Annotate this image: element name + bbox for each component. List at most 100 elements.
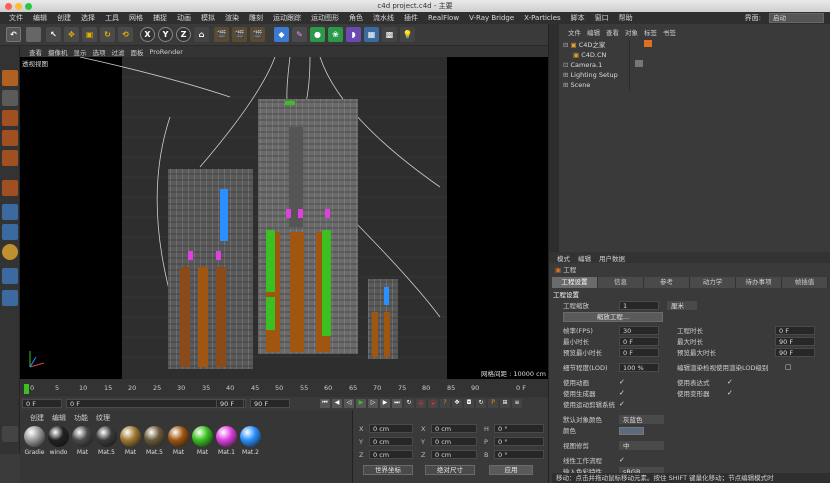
rotate-key-icon[interactable]: ↻	[476, 399, 486, 408]
tweak-icon[interactable]	[2, 204, 18, 220]
deformer-icon[interactable]: ◗	[346, 27, 361, 42]
perspective-viewport[interactable]: 透视视图 网格间距 : 10000 cm	[20, 57, 548, 379]
coord-system-icon[interactable]: ⌂	[194, 27, 209, 42]
menu-file[interactable]: 文件	[4, 13, 28, 23]
timeline-ruler[interactable]: 0 5 10 15 20 25 30 35 40 45 50 55 60 65 …	[20, 384, 544, 395]
lod-field[interactable]: 100 %	[619, 363, 659, 372]
material-swatch[interactable]: Mat	[120, 426, 141, 456]
prev-key-icon[interactable]: ◀	[332, 399, 342, 408]
project-scale-field[interactable]: 1	[619, 301, 659, 310]
tab-reference[interactable]: 参考	[644, 277, 690, 288]
end-frame-field-2[interactable]: 90 F	[250, 399, 290, 408]
next-frame-icon[interactable]: ▷	[368, 399, 378, 408]
size-z-field[interactable]: 0 cm	[431, 450, 477, 459]
right-side-tabs[interactable]	[549, 24, 559, 254]
camera-icon[interactable]: ▩	[382, 27, 397, 42]
pen-icon[interactable]: ✎	[292, 27, 307, 42]
use-deform-checkbox[interactable]: ✓	[727, 389, 733, 397]
preview-min-field[interactable]: 0 F	[619, 348, 659, 357]
render-region-icon[interactable]: 🎬	[214, 27, 229, 42]
menu-motion-tracking[interactable]: 运动跟踪	[268, 13, 306, 23]
material-swatch[interactable]: Mat.5	[144, 426, 165, 456]
last-frame-icon[interactable]: ⏭	[392, 399, 402, 408]
mat-menu-create[interactable]: 创建	[30, 413, 44, 423]
preview-max-field[interactable]: 90 F	[775, 348, 815, 357]
scale-key-icon[interactable]: ◘	[464, 399, 474, 408]
menu-render[interactable]: 渲染	[220, 13, 244, 23]
minimize-window-icon[interactable]	[15, 3, 22, 10]
light-icon[interactable]: 💡	[400, 27, 415, 42]
use-anim-checkbox[interactable]: ✓	[619, 378, 625, 386]
key-icon[interactable]: ?	[440, 399, 450, 408]
mat-menu-function[interactable]: 功能	[74, 413, 88, 423]
prev-frame-icon[interactable]: ◁	[344, 399, 354, 408]
vp-menu-filter[interactable]: 过滤	[109, 47, 128, 57]
point-key-icon[interactable]: ⊞	[500, 399, 510, 408]
project-time-field[interactable]: 0 F	[775, 326, 815, 335]
menu-plugins[interactable]: 插件	[399, 13, 423, 23]
array-icon[interactable]: ❀	[328, 27, 343, 42]
obj-menu-bookmark[interactable]: 书签	[660, 27, 679, 37]
texture-mode-icon[interactable]	[2, 90, 18, 106]
max-time-field[interactable]: 90 F	[775, 337, 815, 346]
menu-xparticles[interactable]: X-Particles	[519, 14, 565, 22]
start-frame-field[interactable]: 0 F	[22, 399, 62, 408]
use-motion-checkbox[interactable]: ✓	[619, 400, 625, 408]
menu-simulate[interactable]: 模拟	[196, 13, 220, 23]
vp-menu-prorender[interactable]: ProRender	[147, 48, 186, 56]
rotate-icon[interactable]: ↻	[100, 27, 115, 42]
subdivision-icon[interactable]: ●	[310, 27, 325, 42]
pos-y-field[interactable]: 0 cm	[369, 437, 413, 446]
menu-window[interactable]: 窗口	[590, 13, 614, 23]
menu-character[interactable]: 角色	[344, 13, 368, 23]
auto-key-icon[interactable]: ⦿	[428, 399, 438, 408]
rot-p-field[interactable]: 0 °	[494, 437, 544, 446]
workplane-icon[interactable]	[2, 244, 18, 260]
material-swatch[interactable]: Mat.1	[216, 426, 237, 456]
lod-render-checkbox[interactable]: ▢	[785, 363, 792, 371]
first-frame-icon[interactable]: ⏮	[320, 399, 330, 408]
obj-menu-tag[interactable]: 标签	[641, 27, 660, 37]
pos-x-field[interactable]: 0 cm	[369, 424, 413, 433]
end-frame-field[interactable]: 90 F	[216, 399, 244, 408]
object-row[interactable]: ⊞ Scene	[563, 80, 590, 90]
close-window-icon[interactable]	[5, 3, 12, 10]
mat-menu-edit[interactable]: 编辑	[52, 413, 66, 423]
select-icon[interactable]: ↖	[46, 27, 61, 42]
tab-info[interactable]: 信息	[598, 277, 644, 288]
zoom-window-icon[interactable]	[25, 3, 32, 10]
material-swatch[interactable]: Mat	[168, 426, 189, 456]
object-row[interactable]: ▣ C4D.CN	[573, 50, 606, 60]
move-key-icon[interactable]: ✥	[452, 399, 462, 408]
menu-vray[interactable]: V-Ray Bridge	[464, 14, 519, 22]
obj-menu-file[interactable]: 文件	[565, 27, 584, 37]
axis-mode-icon[interactable]	[2, 180, 18, 196]
attr-menu-mode[interactable]: 模式	[553, 253, 574, 263]
cube-icon[interactable]: ◆	[274, 27, 289, 42]
z-axis-icon[interactable]: Z	[176, 27, 191, 42]
scale-project-button[interactable]: 缩放工程...	[563, 312, 663, 322]
floor-icon[interactable]: ▦	[364, 27, 379, 42]
pos-z-field[interactable]: 0 cm	[369, 450, 413, 459]
move-icon[interactable]: ✥	[64, 27, 79, 42]
obj-menu-view[interactable]: 查看	[603, 27, 622, 37]
material-tag-icon[interactable]	[644, 40, 652, 47]
loop-icon[interactable]: ↻	[404, 399, 414, 408]
interface-dropdown[interactable]: 启动	[769, 13, 824, 23]
menu-help[interactable]: 帮助	[614, 13, 638, 23]
menu-create[interactable]: 创建	[52, 13, 76, 23]
vp-menu-view[interactable]: 查看	[26, 47, 45, 57]
tab-project-settings[interactable]: 工程设置	[552, 277, 598, 288]
y-axis-icon[interactable]: Y	[158, 27, 173, 42]
size-y-field[interactable]: 0 cm	[431, 437, 477, 446]
apply-button[interactable]: 应用	[489, 465, 533, 475]
material-swatch[interactable]: Mat	[72, 426, 93, 456]
mat-menu-texture[interactable]: 纹理	[96, 413, 110, 423]
snap-icon[interactable]	[2, 224, 18, 240]
vp-menu-camera[interactable]: 摄像机	[45, 47, 71, 57]
placeholder-icon[interactable]	[26, 27, 41, 42]
view-clip-select[interactable]: 中	[619, 441, 664, 450]
size-mode-select[interactable]: 绝对尺寸	[425, 465, 475, 475]
project-scale-unit[interactable]: 厘米	[667, 301, 697, 310]
record-icon[interactable]: ⦿	[416, 399, 426, 408]
